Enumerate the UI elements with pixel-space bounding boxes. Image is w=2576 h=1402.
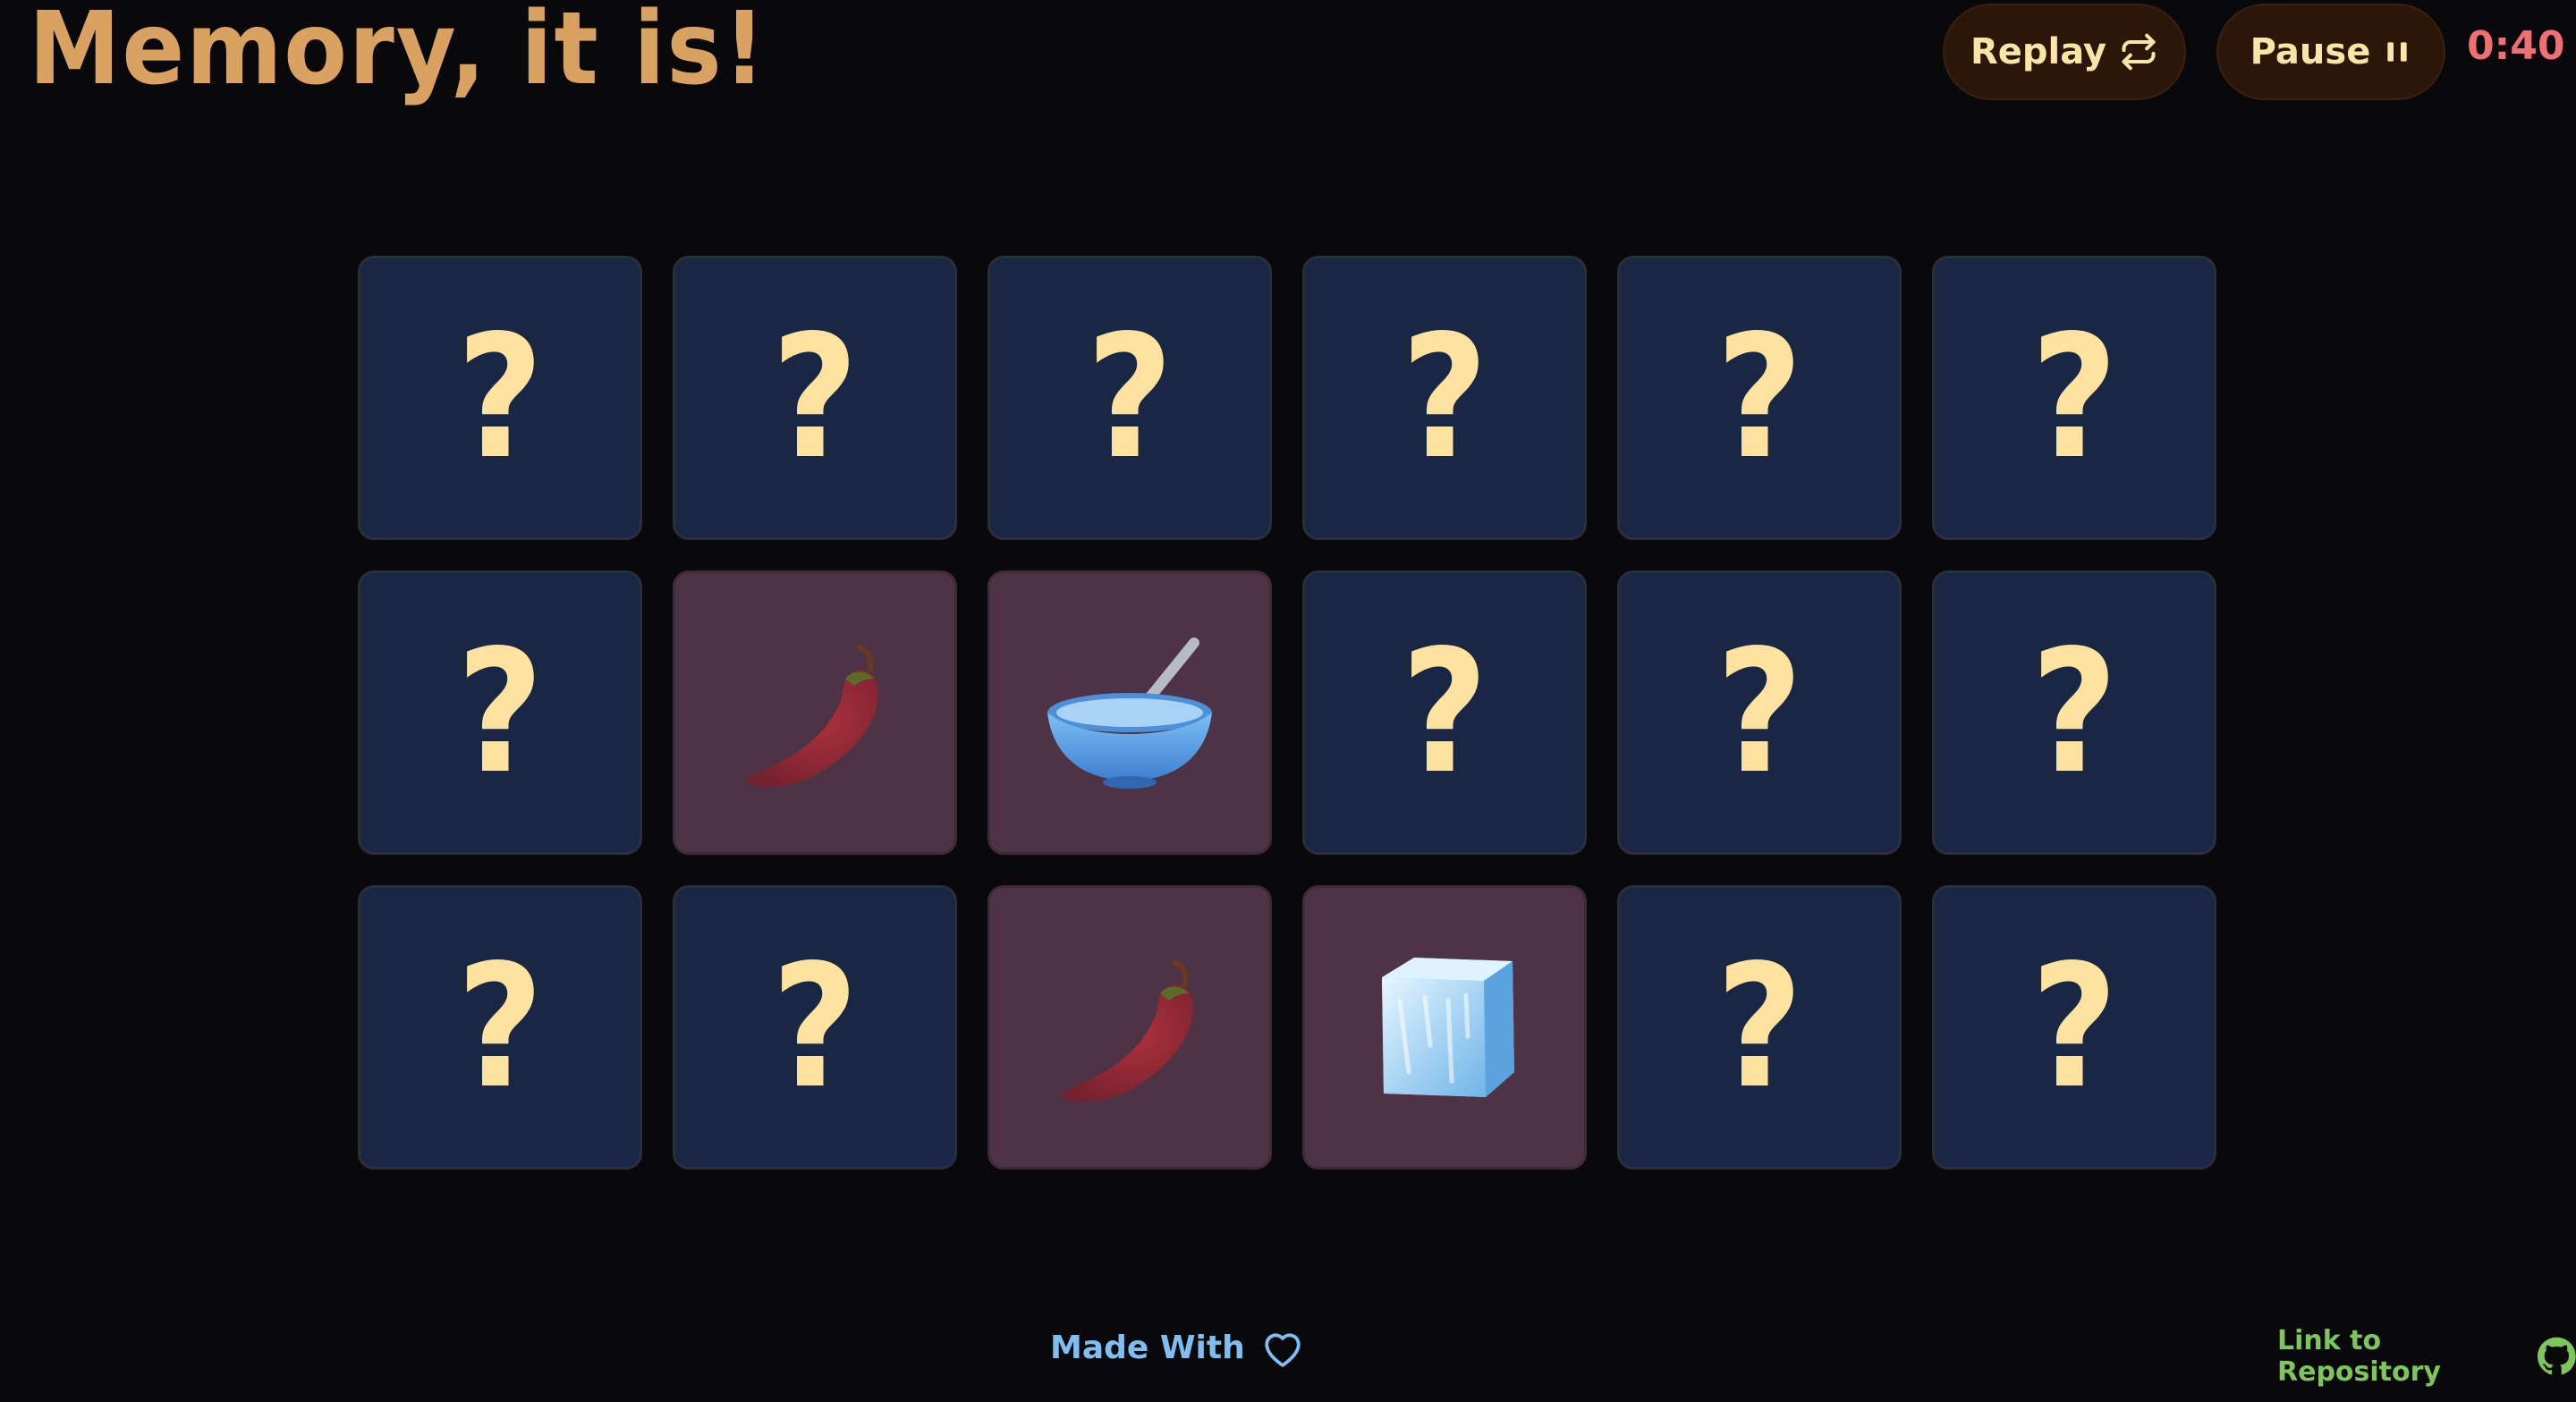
question-mark-icon: ?: [2030, 928, 2118, 1126]
pause-icon: [2387, 42, 2407, 62]
bowl-with-spoon-icon: [1040, 623, 1219, 802]
card-hidden[interactable]: ?: [1932, 885, 2216, 1170]
replay-label: Replay: [1970, 31, 2107, 72]
question-mark-icon: ?: [1716, 928, 1803, 1126]
card-hidden[interactable]: ?: [1302, 256, 1587, 540]
repeat-icon: [2122, 33, 2156, 71]
card-hidden[interactable]: ?: [1617, 570, 1902, 855]
card-revealed[interactable]: [673, 570, 957, 855]
question-mark-icon: ?: [1401, 299, 1488, 496]
card-revealed[interactable]: [987, 570, 1272, 855]
question-mark-icon: ?: [1086, 299, 1174, 496]
question-mark-icon: ?: [1716, 613, 1803, 811]
ice-cube-icon: [1355, 938, 1534, 1117]
card-hidden[interactable]: ?: [1932, 256, 2216, 540]
replay-button[interactable]: Replay: [1943, 4, 2186, 100]
chili-pepper-icon: [1040, 938, 1219, 1117]
made-with-label: Made With: [1050, 1329, 1245, 1366]
made-with: Made With: [1050, 1327, 1306, 1368]
card-revealed[interactable]: [987, 885, 1272, 1170]
question-mark-icon: ?: [456, 928, 544, 1126]
repository-link[interactable]: Link to Repository: [2277, 1325, 2576, 1388]
card-hidden[interactable]: ?: [1302, 570, 1587, 855]
heart-icon: [1265, 1333, 1301, 1367]
card-hidden[interactable]: ?: [358, 570, 642, 855]
chili-pepper-icon: [725, 623, 904, 802]
question-mark-icon: ?: [2030, 613, 2118, 811]
card-hidden[interactable]: ?: [1932, 570, 2216, 855]
question-mark-icon: ?: [771, 928, 859, 1126]
card-revealed[interactable]: [1302, 885, 1587, 1170]
card-grid: ??????????????: [358, 256, 2216, 1170]
question-mark-icon: ?: [2030, 299, 2118, 496]
card-hidden[interactable]: ?: [358, 885, 642, 1170]
pause-label: Pause: [2250, 31, 2371, 72]
card-hidden[interactable]: ?: [1617, 256, 1902, 540]
question-mark-icon: ?: [456, 299, 544, 496]
question-mark-icon: ?: [1401, 613, 1488, 811]
timer: 0:40: [2467, 23, 2565, 69]
page-title: Memory, it is!: [29, 0, 767, 107]
repository-link-label: Link to Repository: [2277, 1325, 2441, 1388]
card-hidden[interactable]: ?: [987, 256, 1272, 540]
card-hidden[interactable]: ?: [1617, 885, 1902, 1170]
card-hidden[interactable]: ?: [358, 256, 642, 540]
pause-button[interactable]: Pause: [2216, 4, 2445, 100]
card-hidden[interactable]: ?: [673, 256, 957, 540]
question-mark-icon: ?: [456, 613, 544, 811]
question-mark-icon: ?: [771, 299, 859, 496]
card-hidden[interactable]: ?: [673, 885, 957, 1170]
question-mark-icon: ?: [1716, 299, 1803, 496]
github-icon: [2538, 1337, 2576, 1375]
